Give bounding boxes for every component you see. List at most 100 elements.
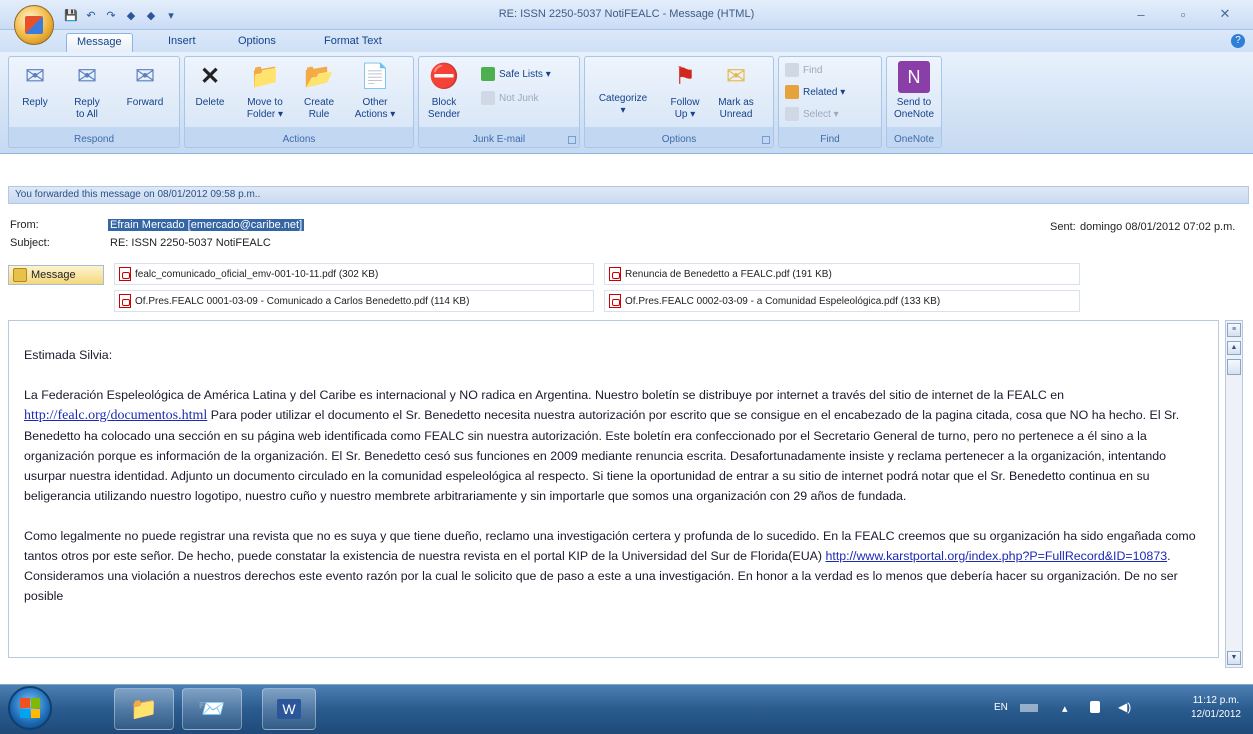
envelope-icon: [13, 268, 27, 282]
tab-format-text[interactable]: Format Text: [314, 33, 392, 52]
keyboard-icon[interactable]: [1020, 704, 1038, 712]
tab-insert[interactable]: Insert: [158, 33, 206, 52]
pdf-icon: [609, 267, 621, 281]
safe-lists-icon: [481, 67, 495, 81]
word-taskbar-button[interactable]: W: [262, 688, 316, 730]
other-actions-button[interactable]: 📄 Other Actions ▾: [347, 61, 403, 121]
sent-value: domingo 08/01/2012 07:02 p.m.: [1080, 221, 1236, 233]
mark-unread-icon: ✉: [725, 63, 747, 90]
explorer-taskbar-button[interactable]: 📁: [114, 688, 174, 730]
attachment-item[interactable]: fealc_comunicado_oficial_emv-001-10-11.p…: [114, 263, 594, 285]
select-button: Select ▾: [785, 107, 839, 121]
subject-label: Subject:: [10, 237, 50, 249]
tab-message[interactable]: Message: [66, 33, 133, 52]
clock-date: 12/01/2012: [1190, 709, 1241, 720]
pdf-icon: [119, 267, 131, 281]
tab-options[interactable]: Options: [228, 33, 286, 52]
greeting: Estimada Silvia:: [24, 348, 113, 362]
group-title-options: Options: [661, 134, 697, 145]
body-paragraph-2: Como legalmente no puede registrar una r…: [24, 529, 1196, 603]
word-icon: W: [277, 699, 301, 719]
find-button: Find: [785, 63, 822, 77]
message-attachment-tab[interactable]: Message: [8, 265, 104, 285]
clock[interactable]: 11:12 p.m. 12/01/2012: [1191, 694, 1241, 722]
group-title-find: Find: [820, 134, 840, 145]
mark-unread-button[interactable]: ✉ Mark as Unread: [713, 61, 759, 121]
send-to-onenote-button[interactable]: N Send to OneNote: [891, 61, 937, 121]
info-bar[interactable]: You forwarded this message on 08/01/2012…: [8, 186, 1249, 204]
options-dialog-launcher-icon[interactable]: [762, 136, 770, 144]
group-find: Find Related ▾ Select ▾ Find: [778, 56, 882, 148]
pdf-icon: [119, 294, 131, 308]
move-to-folder-button[interactable]: 📁 Move to Folder ▾: [239, 61, 291, 121]
related-button[interactable]: Related ▾: [785, 85, 845, 99]
scroll-thumb[interactable]: [1227, 359, 1241, 375]
scroll-options-icon[interactable]: ≡: [1227, 323, 1241, 337]
start-button[interactable]: [8, 686, 52, 730]
reply-all-button[interactable]: ✉ Reply to All: [65, 61, 109, 121]
categorize-icon: [609, 61, 637, 89]
folder-icon: 📁: [250, 63, 280, 90]
sent-label: Sent:: [1050, 221, 1076, 233]
fealc-link[interactable]: http://fealc.org/documentos.html: [24, 408, 207, 423]
delete-button[interactable]: ✕ Delete: [189, 61, 231, 109]
windows-logo-icon: [20, 698, 40, 718]
outlook-icon: 📨: [198, 696, 226, 721]
block-sender-icon: ⛔: [429, 63, 459, 90]
from-value[interactable]: Efrain Mercado [emercado@caribe.net]: [108, 219, 305, 231]
folder-icon: 📁: [130, 696, 158, 721]
body-paragraph-1: La Federación Espeleológica de América L…: [24, 388, 1180, 503]
maximize-button[interactable]: ▫: [1163, 4, 1203, 24]
group-respond: ✉ Reply ✉ Reply to All ✉ Forward Respond: [8, 56, 180, 148]
clock-time: 11:12 p.m.: [1192, 695, 1240, 706]
subject-value: RE: ISSN 2250-5037 NotiFEALC: [110, 237, 271, 249]
group-junk-email: ⛔ Block Sender Safe Lists ▾ Not Junk Junk…: [418, 56, 580, 148]
scroll-down-icon[interactable]: ▼: [1227, 651, 1241, 665]
follow-up-button[interactable]: ⚑ Follow Up ▾: [663, 61, 707, 121]
group-options: Categorize ▾ ⚑ Follow Up ▾ ✉ Mark as Unrea…: [584, 56, 774, 148]
related-icon: [785, 85, 799, 99]
not-junk-button: Not Junk: [481, 91, 538, 105]
create-rule-button[interactable]: 📂 Create Rule: [297, 61, 341, 121]
reply-button[interactable]: ✉ Reply: [15, 61, 55, 109]
language-indicator[interactable]: EN: [994, 702, 1008, 713]
scroll-up-icon[interactable]: ▲: [1227, 341, 1241, 355]
ribbon: ✉ Reply ✉ Reply to All ✉ Forward Respond ✕ D…: [0, 52, 1253, 154]
attachment-item[interactable]: Of.Pres.FEALC 0002-03-09 - a Comunidad E…: [604, 290, 1080, 312]
window-controls: – ▫ ✕: [1121, 4, 1245, 24]
ribbon-tabs: Message Insert Options Format Text: [0, 30, 1253, 52]
message-body[interactable]: Estimada Silvia: La Federación Espeleoló…: [8, 320, 1219, 658]
reply-icon: ✉: [24, 63, 46, 90]
outlook-taskbar-button[interactable]: 📨: [182, 688, 242, 730]
close-button[interactable]: ✕: [1205, 4, 1245, 24]
help-icon[interactable]: ?: [1231, 34, 1245, 48]
other-actions-icon: 📄: [360, 63, 390, 90]
pdf-icon: [609, 294, 621, 308]
block-sender-button[interactable]: ⛔ Block Sender: [423, 61, 465, 121]
volume-icon[interactable]: ◀): [1118, 700, 1131, 714]
select-icon: [785, 107, 799, 121]
flag-icon: ⚑: [674, 63, 696, 90]
forward-icon: ✉: [134, 63, 156, 90]
onenote-icon: N: [898, 61, 930, 93]
forward-button[interactable]: ✉ Forward: [117, 61, 173, 109]
safe-lists-button[interactable]: Safe Lists ▾: [481, 67, 551, 81]
vertical-scrollbar[interactable]: ≡ ▲ ▼: [1225, 320, 1243, 668]
attachment-item[interactable]: Of.Pres.FEALC 0001-03-09 - Comunicado a …: [114, 290, 594, 312]
delete-icon: ✕: [199, 63, 221, 90]
group-title-onenote: OneNote: [893, 134, 935, 145]
attachment-item[interactable]: Renuncia de Benedetto a FEALC.pdf (191 K…: [604, 263, 1080, 285]
categorize-button[interactable]: Categorize ▾: [593, 61, 653, 117]
group-title-respond: Respond: [73, 134, 115, 145]
network-icon[interactable]: [1090, 701, 1100, 713]
tray-expand-icon[interactable]: ▴: [1062, 702, 1068, 715]
office-button[interactable]: [14, 5, 54, 45]
minimize-button[interactable]: –: [1121, 4, 1161, 24]
not-junk-icon: [481, 91, 495, 105]
find-icon: [785, 63, 799, 77]
group-actions: ✕ Delete 📁 Move to Folder ▾ 📂 Create Rule 📄…: [184, 56, 414, 148]
from-label: From:: [10, 219, 39, 231]
reply-all-icon: ✉: [76, 63, 98, 90]
karstportal-link[interactable]: http://www.karstportal.org/index.php?P=F…: [825, 549, 1167, 563]
junk-dialog-launcher-icon[interactable]: [568, 136, 576, 144]
